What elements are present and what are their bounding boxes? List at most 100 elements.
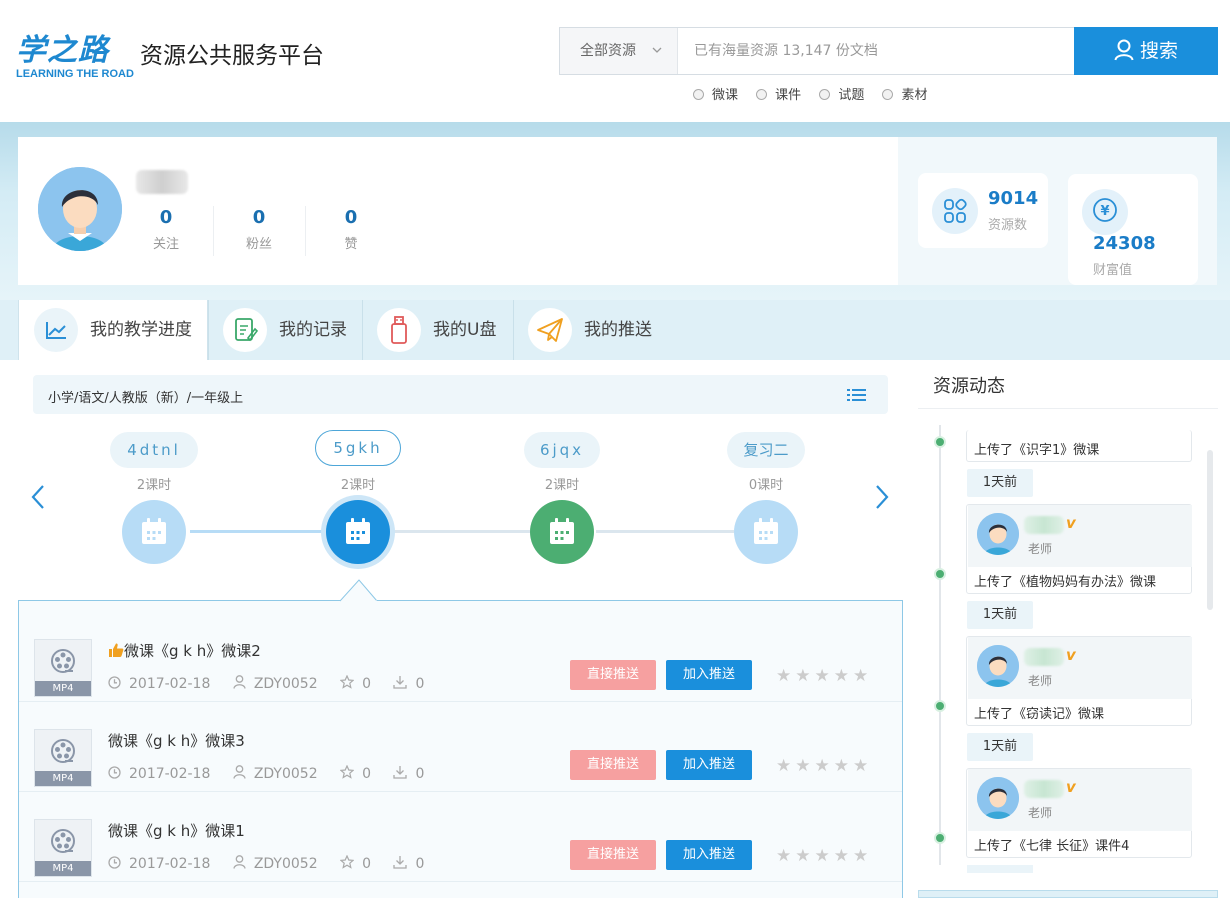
- tab-label: 我的记录: [279, 320, 347, 340]
- resource-meta: 2017-02-18 ZDY0052 0 0: [108, 854, 442, 872]
- avatar[interactable]: [38, 167, 122, 251]
- search-input[interactable]: [678, 28, 1074, 74]
- search-category-select[interactable]: 全部资源: [560, 28, 678, 74]
- resource-row[interactable]: MP4 微课《g k h》微课2 2017-02-18 ZDY0052 0 0 …: [19, 612, 902, 702]
- avatar-icon: [38, 167, 122, 251]
- feed-text: 上传了《窃读记》微课: [974, 707, 1105, 722]
- avatar-icon: [977, 645, 1019, 687]
- video-thumb[interactable]: MP4: [34, 729, 92, 787]
- feed-text: 上传了《植物妈妈有办法》微课: [974, 575, 1157, 590]
- calendar-icon: [550, 518, 574, 544]
- resource-row[interactable]: MP4 微课《g k h》微课3 2017-02-18 ZDY0052 0 0 …: [19, 702, 902, 792]
- user-role: 老师: [1028, 674, 1053, 688]
- user-avatar[interactable]: [977, 645, 1019, 687]
- likes-stat[interactable]: 0 赞: [305, 204, 397, 258]
- clock-icon: [108, 856, 121, 869]
- timeline-connector: [190, 530, 326, 533]
- resource-date: 2017-02-18: [129, 856, 211, 872]
- yen-coin-icon: ¥: [1082, 189, 1128, 235]
- add-push-button[interactable]: 加入推送: [666, 660, 752, 690]
- tab-my-push[interactable]: 我的推送: [513, 300, 683, 360]
- user-avatar[interactable]: [977, 513, 1019, 555]
- resource-favorites: 0: [362, 676, 371, 692]
- direct-push-button[interactable]: 直接推送: [570, 750, 656, 780]
- resource-row[interactable]: MP4 微课《g k h》微课1 2017-02-18 ZDY0052 0 0 …: [19, 792, 902, 882]
- lesson-pill[interactable]: 4dtnl: [110, 432, 198, 468]
- next-arrow[interactable]: [874, 483, 890, 517]
- resource-downloads: 0: [415, 676, 425, 692]
- chevron-down-icon: [651, 28, 663, 74]
- rating-stars[interactable]: ★★★★★: [776, 666, 872, 686]
- add-push-button[interactable]: 加入推送: [666, 750, 752, 780]
- chevron-left-icon: [31, 485, 44, 509]
- list-icon[interactable]: [847, 387, 867, 407]
- direct-push-button[interactable]: 直接推送: [570, 840, 656, 870]
- downloads-meta: 0: [393, 676, 424, 692]
- search-category-label: 全部资源: [580, 43, 636, 59]
- feed-dot: [934, 436, 946, 448]
- filter-label: 课件: [775, 88, 802, 103]
- search-button[interactable]: 搜索: [1074, 27, 1218, 75]
- video-thumb[interactable]: MP4: [34, 639, 92, 697]
- lesson-pill[interactable]: 6jqx: [524, 432, 600, 468]
- wealth-count: 24308: [1093, 233, 1156, 254]
- resource-date: 2017-02-18: [129, 676, 211, 692]
- resource-title-text: 微课《g k h》微课2: [124, 642, 261, 660]
- lesson-node[interactable]: [122, 500, 186, 564]
- user-avatar[interactable]: [977, 777, 1019, 819]
- user-role: 老师: [1028, 542, 1053, 556]
- add-push-button[interactable]: 加入推送: [666, 840, 752, 870]
- avatar-icon: [977, 777, 1019, 819]
- feed-dot: [934, 568, 946, 580]
- resource-title[interactable]: 微课《g k h》微课3: [108, 730, 245, 751]
- lesson-hours: 2课时: [340, 478, 376, 493]
- lesson-pill-active[interactable]: 5gkh: [315, 430, 401, 466]
- filter-radio-sucai[interactable]: 素材: [882, 84, 927, 103]
- breadcrumb: 小学/语文/人教版（新）/一年级上: [48, 391, 244, 406]
- rating-stars[interactable]: ★★★★★: [776, 846, 872, 866]
- logo[interactable]: 学之路 LEARNING THE ROAD: [16, 34, 134, 81]
- panel-pointer: [340, 579, 378, 602]
- rating-stars[interactable]: ★★★★★: [776, 756, 872, 776]
- resources-label: 资源数: [988, 218, 1028, 233]
- filter-radio-shiti[interactable]: 试题: [819, 84, 864, 103]
- avatar-icon: [977, 513, 1019, 555]
- favorites-meta: 0: [339, 674, 371, 692]
- film-reel-icon: [51, 829, 75, 853]
- wealth-label: 财富值: [1093, 263, 1133, 278]
- feed-time: 1天前: [967, 733, 1033, 761]
- resource-author: ZDY0052: [253, 676, 318, 692]
- feed-time-partial: [967, 865, 1033, 873]
- header: 学之路 LEARNING THE ROAD 资源公共服务平台 全部资源 搜索 微…: [0, 0, 1230, 122]
- date-meta: 2017-02-18: [108, 856, 210, 872]
- favorites-meta: 0: [339, 764, 371, 782]
- lesson-pill[interactable]: 复习二: [727, 432, 805, 468]
- lesson-node[interactable]: [734, 500, 798, 564]
- direct-push-button[interactable]: 直接推送: [570, 660, 656, 690]
- user-name: [1024, 648, 1064, 666]
- fans-stat[interactable]: 0 粉丝: [213, 204, 305, 258]
- follow-stat[interactable]: 0 关注: [120, 204, 212, 258]
- file-type-badge: MP4: [35, 681, 91, 696]
- prev-arrow[interactable]: [30, 483, 46, 517]
- filter-label: 素材: [901, 88, 928, 103]
- author-meta: ZDY0052: [233, 675, 318, 692]
- lesson-hours: 2课时: [544, 478, 580, 493]
- video-thumb[interactable]: MP4: [34, 819, 92, 877]
- download-icon: [393, 676, 408, 689]
- resource-title[interactable]: 微课《g k h》微课1: [108, 820, 245, 841]
- resource-title[interactable]: 微课《g k h》微课2: [108, 640, 261, 661]
- tab-label: 我的U盘: [433, 320, 497, 340]
- tab-my-records[interactable]: 我的记录: [208, 300, 362, 360]
- tab-my-udisk[interactable]: 我的U盘: [362, 300, 513, 360]
- downloads-meta: 0: [393, 856, 424, 872]
- follow-label: 关注: [152, 237, 179, 252]
- author-meta: ZDY0052: [233, 855, 318, 872]
- timeline-connector: [392, 530, 530, 533]
- scrollbar[interactable]: [1207, 450, 1213, 610]
- filter-radio-weike[interactable]: 微课: [693, 84, 738, 103]
- lesson-node-done[interactable]: [530, 500, 594, 564]
- tab-teaching-progress[interactable]: 我的教学进度: [18, 300, 208, 360]
- filter-radio-kejian[interactable]: 课件: [756, 84, 801, 103]
- lesson-node-active[interactable]: [326, 500, 390, 564]
